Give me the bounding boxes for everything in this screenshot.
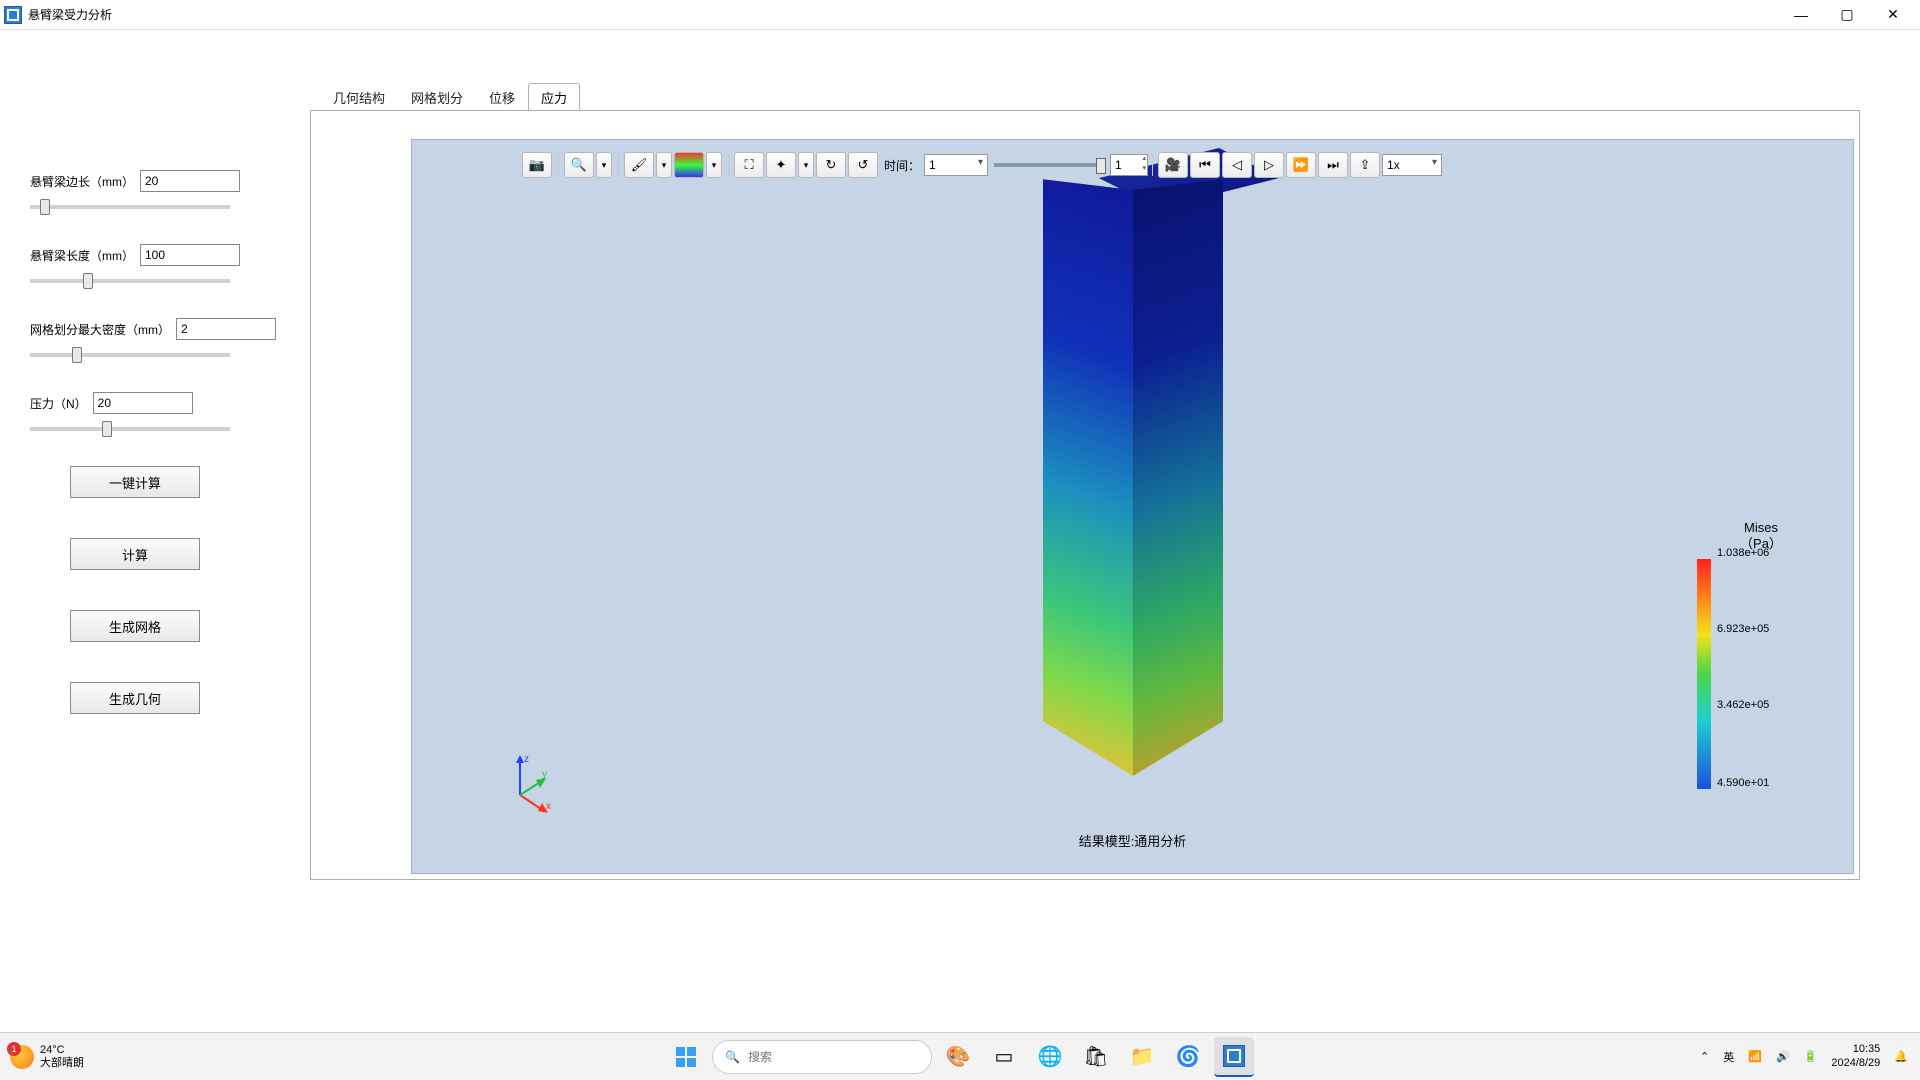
close-button[interactable]: ✕ [1870, 0, 1916, 30]
compute-button[interactable]: 计算 [70, 538, 200, 570]
taskbar-taskview-icon[interactable]: ▭ [984, 1037, 1024, 1077]
mesh-density-slider[interactable] [30, 353, 230, 357]
notifications-icon[interactable]: 🔔 [1894, 1050, 1908, 1063]
svg-text:x: x [546, 801, 551, 812]
axis-triad: z x y [502, 753, 562, 813]
tray-chevron-icon[interactable]: ⌃ [1700, 1050, 1709, 1063]
ime-indicator[interactable]: 英 [1723, 1049, 1734, 1065]
legend-colorbar [1697, 559, 1711, 789]
param-label: 压力（N） [30, 395, 87, 412]
tab-displacement[interactable]: 位移 [476, 83, 528, 111]
generate-geometry-button[interactable]: 生成几何 [70, 682, 200, 714]
color-legend: Mises（Pa） 1.038e+06 6.923e+05 3.462e+05 … [1691, 520, 1831, 789]
wifi-icon[interactable]: 📶 [1748, 1050, 1762, 1063]
param-label: 网格划分最大密度（mm） [30, 321, 170, 338]
svg-text:y: y [542, 769, 547, 780]
time-label: 时间： [884, 157, 920, 174]
taskbar-current-app-icon[interactable] [1214, 1037, 1254, 1077]
export-icon[interactable]: ⇪ [1350, 152, 1380, 178]
taskbar: 24°C 大部晴朗 🔍 搜索 🎨 ▭ 🌐 🛍 📁 🌀 ⌃ 英 📶 🔊 🔋 10:… [0, 1032, 1920, 1080]
taskbar-store-icon[interactable]: 🛍 [1076, 1037, 1116, 1077]
param-beam-length: 悬臂梁长度（mm） [30, 244, 280, 288]
step-forward-icon[interactable]: ⏩ [1286, 152, 1316, 178]
edge-length-slider[interactable] [30, 205, 230, 209]
taskbar-edge-icon[interactable]: 🌐 [1030, 1037, 1070, 1077]
edge-length-input[interactable] [140, 170, 240, 192]
screenshot-icon[interactable]: 📷 [522, 152, 552, 178]
speed-select[interactable]: 1x [1382, 154, 1442, 176]
taskbar-app1-icon[interactable]: 🌀 [1168, 1037, 1208, 1077]
rotate-cw-icon[interactable]: ↻ [816, 152, 846, 178]
brush-icon[interactable]: 🖌 [624, 152, 654, 178]
axis-dropdown-icon[interactable]: ▾ [798, 152, 814, 178]
tab-geometry[interactable]: 几何结构 [320, 83, 398, 111]
pressure-input[interactable] [93, 392, 193, 414]
window-title: 悬臂梁受力分析 [28, 6, 112, 23]
weather-icon [10, 1045, 34, 1069]
zoom-icon[interactable]: 🔍 [564, 152, 594, 178]
search-box[interactable]: 🔍 搜索 [712, 1040, 932, 1074]
app-icon [4, 6, 22, 24]
one-click-compute-button[interactable]: 一键计算 [70, 466, 200, 498]
play-icon[interactable]: ▷ [1254, 152, 1284, 178]
clock[interactable]: 10:35 2024/8/29 [1831, 1043, 1880, 1069]
beam-model: 结果模型:通用分析 [1043, 190, 1223, 820]
system-tray: ⌃ 英 📶 🔊 🔋 10:35 2024/8/29 🔔 [1700, 1043, 1908, 1069]
start-button[interactable] [666, 1037, 706, 1077]
rotate-ccw-icon[interactable]: ↺ [848, 152, 878, 178]
record-icon[interactable]: 🎥 [1158, 152, 1188, 178]
svg-text:z: z [524, 754, 529, 765]
tab-strip: 几何结构 网格划分 位移 应力 [320, 82, 1860, 110]
sidebar: 悬臂梁边长（mm） 悬臂梁长度（mm） 网格划分最大密度（mm） 压力（N） [0, 30, 310, 1032]
brush-dropdown-icon[interactable]: ▾ [656, 152, 672, 178]
result-caption: 结果模型:通用分析 [1079, 831, 1187, 850]
weather-widget[interactable]: 24°C 大部晴朗 [10, 1044, 170, 1068]
fit-view-icon[interactable]: ⛶ [734, 152, 764, 178]
axis-select-icon[interactable]: ✦ [766, 152, 796, 178]
param-pressure: 压力（N） [30, 392, 280, 436]
tab-mesh[interactable]: 网格划分 [398, 83, 476, 111]
viewport-toolbar: 📷 🔍 ▾ 🖌 ▾ ■ ▾ ⛶ ✦ ▾ ↻ ↺ 时间： 1 [522, 152, 1442, 178]
main-panel: 几何结构 网格划分 位移 应力 📷 🔍 ▾ 🖌 ▾ ■ ▾ [310, 30, 1920, 1032]
tab-stress[interactable]: 应力 [528, 83, 580, 111]
titlebar: 悬臂梁受力分析 — ▢ ✕ [0, 0, 1920, 30]
skip-end-icon[interactable]: ⏭ [1318, 152, 1348, 178]
search-icon: 🔍 [725, 1050, 740, 1064]
colormap-dropdown-icon[interactable]: ▾ [706, 152, 722, 178]
time-slider[interactable] [994, 163, 1104, 167]
zoom-dropdown-icon[interactable]: ▾ [596, 152, 612, 178]
maximize-button[interactable]: ▢ [1824, 0, 1870, 30]
time-spinner[interactable]: 1 [1110, 154, 1148, 176]
play-reverse-icon[interactable]: ◁ [1222, 152, 1252, 178]
volume-icon[interactable]: 🔊 [1776, 1050, 1790, 1063]
legend-ticks: 1.038e+06 6.923e+05 3.462e+05 4.590e+01 [1717, 553, 1831, 783]
search-placeholder: 搜索 [748, 1048, 772, 1065]
taskbar-copilot-icon[interactable]: 🎨 [938, 1037, 978, 1077]
taskbar-center: 🔍 搜索 🎨 ▭ 🌐 🛍 📁 🌀 [666, 1037, 1254, 1077]
param-mesh-density: 网格划分最大密度（mm） [30, 318, 280, 362]
skip-start-icon[interactable]: ⏮ [1190, 152, 1220, 178]
view-frame: 📷 🔍 ▾ 🖌 ▾ ■ ▾ ⛶ ✦ ▾ ↻ ↺ 时间： 1 [310, 110, 1860, 880]
param-label: 悬臂梁长度（mm） [30, 247, 134, 264]
time-select[interactable]: 1 [924, 154, 988, 176]
beam-length-input[interactable] [140, 244, 240, 266]
battery-icon[interactable]: 🔋 [1804, 1050, 1818, 1063]
minimize-button[interactable]: — [1778, 0, 1824, 30]
weather-temp: 24°C [40, 1044, 84, 1056]
weather-desc: 大部晴朗 [40, 1057, 84, 1069]
param-edge-length: 悬臂梁边长（mm） [30, 170, 280, 214]
colormap-icon[interactable]: ■ [674, 152, 704, 178]
pressure-slider[interactable] [30, 427, 230, 431]
mesh-density-input[interactable] [176, 318, 276, 340]
taskbar-explorer-icon[interactable]: 📁 [1122, 1037, 1162, 1077]
param-label: 悬臂梁边长（mm） [30, 173, 134, 190]
generate-mesh-button[interactable]: 生成网格 [70, 610, 200, 642]
beam-length-slider[interactable] [30, 279, 230, 283]
viewport[interactable]: 📷 🔍 ▾ 🖌 ▾ ■ ▾ ⛶ ✦ ▾ ↻ ↺ 时间： 1 [411, 139, 1854, 874]
